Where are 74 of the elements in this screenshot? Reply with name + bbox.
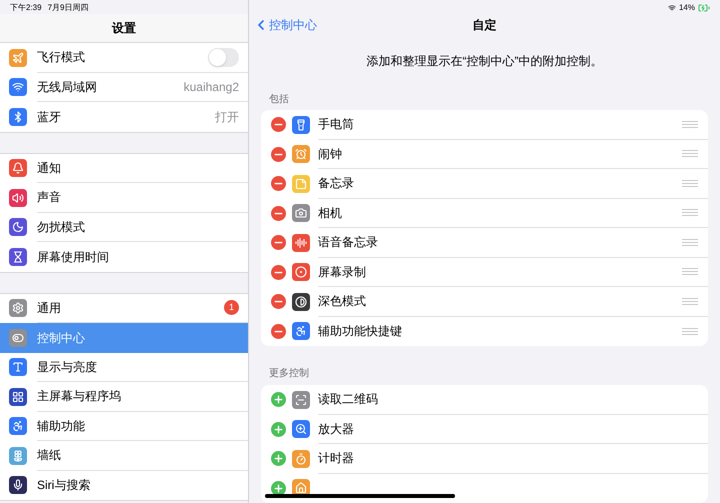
- drag-handle-icon[interactable]: [682, 150, 698, 158]
- settings-row[interactable]: 墙纸: [0, 441, 248, 470]
- remove-button[interactable]: [271, 324, 286, 339]
- settings-value: 打开: [215, 108, 239, 126]
- settings-row[interactable]: 无线局域网 kuaihang2: [0, 72, 248, 102]
- battery-percent: 14%: [678, 2, 695, 14]
- notification-badge: 1: [224, 300, 239, 316]
- remove-button[interactable]: [271, 146, 286, 162]
- remove-button[interactable]: [271, 117, 286, 132]
- drag-handle-icon[interactable]: [682, 298, 698, 305]
- section-header: 包括: [269, 93, 289, 107]
- wifi-icon: [668, 4, 676, 12]
- settings-label: 控制中心: [37, 330, 86, 347]
- settings-label: Siri与搜索: [37, 477, 92, 494]
- control-label: 屏幕录制: [318, 264, 367, 281]
- settings-label: 辅助功能: [37, 418, 86, 435]
- remove-button[interactable]: [271, 176, 286, 192]
- settings-label: 无线局域网: [37, 78, 98, 96]
- settings-label: 蓝牙: [37, 108, 62, 126]
- settings-label: 勿扰模式: [37, 218, 86, 236]
- settings-row[interactable]: 通知: [0, 154, 248, 183]
- remove-button[interactable]: [271, 235, 286, 250]
- control-label: 深色模式: [318, 293, 367, 310]
- drag-handle-icon[interactable]: [682, 268, 698, 276]
- drag-handle-icon[interactable]: [682, 328, 698, 335]
- status-time: 下午2:39: [10, 2, 42, 14]
- settings-row[interactable]: 蓝牙 打开: [0, 102, 248, 132]
- plus-icon: [273, 453, 284, 464]
- back-button[interactable]: 控制中心: [249, 16, 317, 34]
- add-button[interactable]: [271, 480, 286, 496]
- page-title: 自定: [472, 17, 496, 34]
- control-label: 手电筒: [318, 116, 355, 134]
- settings-row[interactable]: 主屏幕与程序坞: [0, 382, 248, 412]
- drag-handle-icon[interactable]: [682, 180, 698, 187]
- control-label: 备忘录: [318, 175, 355, 192]
- settings-value: kuaihang2: [184, 78, 239, 96]
- settings-label: 主屏幕与程序坞: [37, 388, 122, 406]
- control-label: 计时器: [318, 450, 355, 468]
- remove-button[interactable]: [271, 206, 286, 221]
- settings-row[interactable]: 辅助功能: [0, 412, 248, 441]
- settings-row[interactable]: 通用 1: [0, 294, 248, 323]
- toggle-switch[interactable]: [208, 48, 239, 67]
- settings-row[interactable]: 勿扰模式: [0, 212, 248, 242]
- remove-button[interactable]: [271, 264, 286, 280]
- remove-button[interactable]: [271, 294, 286, 310]
- drag-handle-icon[interactable]: [682, 209, 698, 216]
- status-date: 7月9日周四: [48, 2, 88, 14]
- settings-row[interactable]: 声音: [0, 183, 248, 212]
- plus-icon: [273, 424, 284, 435]
- settings-row[interactable]: 屏幕使用时间: [0, 242, 248, 272]
- settings-row[interactable]: 显示与亮度: [0, 352, 248, 382]
- settings-label: 通用: [37, 300, 62, 317]
- control-label: 读取二维码: [318, 391, 379, 408]
- plus-icon: [273, 394, 284, 406]
- control-label: 放大器: [318, 420, 355, 438]
- control-label: 相机: [318, 204, 343, 222]
- plus-icon: [273, 482, 284, 494]
- settings-label: 飞行模式: [37, 49, 86, 66]
- settings-label: 声音: [37, 189, 62, 206]
- settings-label: 墙纸: [37, 447, 62, 464]
- drag-handle-icon[interactable]: [682, 238, 698, 246]
- control-label: 辅助功能快捷键: [318, 323, 403, 340]
- drag-handle-icon[interactable]: [682, 120, 698, 128]
- section-header: 更多控制: [269, 366, 309, 381]
- settings-row[interactable]: Siri与搜索: [0, 470, 248, 500]
- control-label: 语音备忘录: [318, 234, 379, 252]
- settings-label: 屏幕使用时间: [37, 248, 110, 266]
- battery-icon: [698, 2, 710, 14]
- sidebar-title: 设置: [112, 20, 136, 37]
- settings-row[interactable]: 飞行模式: [0, 43, 248, 72]
- settings-label: 显示与亮度: [37, 358, 98, 376]
- control-label: 闹钟: [318, 146, 343, 163]
- description-text: 添加和整理显示在“控制中心”中的附加控制。: [366, 53, 602, 70]
- settings-label: 通知: [37, 160, 62, 177]
